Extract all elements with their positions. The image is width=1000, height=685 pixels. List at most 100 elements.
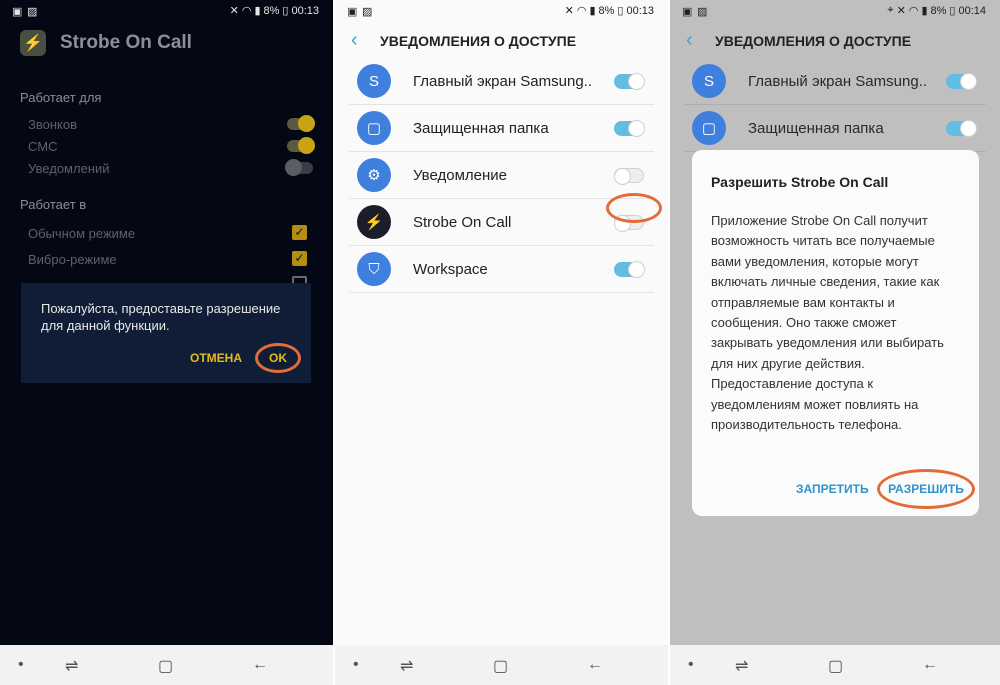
sms-toggle[interactable] — [287, 137, 315, 154]
list-item[interactable]: S Главный экран Samsung.. — [684, 58, 986, 105]
item-label: Уведомление — [413, 167, 508, 184]
status-bar: ▣ ▨ ✕ ◠ ▮ 8% ▯ 00:13 — [335, 0, 668, 22]
secure-folder-icon: ▢ — [692, 111, 726, 145]
back-icon[interactable]: ← — [587, 656, 603, 674]
battery-icon: ▯ — [949, 5, 956, 17]
battery-percent: 8% — [930, 4, 947, 17]
dialog-message: Пожалуйста, предоставьте разрешение для … — [41, 301, 281, 333]
clock: 00:13 — [626, 4, 654, 17]
battery-icon: ▯ — [282, 5, 289, 17]
highlight-circle — [606, 193, 662, 223]
nav-bar: • ⇌ ▢ ← — [0, 645, 333, 685]
row-calls: Звонков — [28, 117, 77, 132]
location-icon: ⌖ — [887, 4, 894, 16]
image-icon: ▨ — [362, 6, 373, 18]
secure-folder-icon: ▢ — [357, 111, 391, 145]
permission-dialog: Пожалуйста, предоставьте разрешение для … — [21, 283, 311, 383]
clock: 00:13 — [291, 4, 319, 17]
page-title: УВЕДОМЛЕНИЯ О ДОСТУПЕ — [380, 33, 577, 49]
dot-icon[interactable]: • — [18, 656, 24, 674]
mute-icon: ✕ — [564, 5, 574, 17]
image-icon: ▨ — [27, 6, 38, 18]
list-item[interactable]: ⚡ Strobe On Call — [349, 193, 662, 246]
row-sms: СМС — [28, 139, 58, 154]
list-item[interactable]: ▢ Защищенная папка — [684, 105, 986, 152]
recent-apps-icon[interactable]: ⇌ — [735, 656, 748, 676]
strobe-lightning-icon: ⚡ — [357, 205, 391, 239]
mute-icon: ✕ — [229, 5, 239, 17]
back-arrow-icon[interactable]: ‹ — [686, 29, 693, 52]
allow-dialog: Разрешить Strobe On Call Приложение Stro… — [692, 150, 979, 516]
allow-button[interactable]: РАЗРЕШИТЬ — [877, 469, 975, 509]
clock: 00:14 — [958, 4, 986, 17]
toggle-switch[interactable] — [614, 73, 645, 90]
gallery-icon: ▣ — [12, 6, 23, 18]
app-title: Strobe On Call — [60, 32, 192, 53]
ok-button[interactable]: OK — [255, 343, 301, 373]
wifi-icon: ◠ — [241, 5, 252, 17]
status-bar: ▣ ▨ ⌖ ✕ ◠ ▮ 8% ▯ 00:14 — [670, 0, 1000, 22]
lightning-icon: ⚡ — [20, 30, 46, 56]
list-item[interactable]: ⛉ Workspace — [349, 246, 654, 293]
nav-bar: • ⇌ ▢ ← — [335, 645, 668, 685]
item-label: Защищенная папка — [748, 120, 884, 137]
item-label: Strobe On Call — [413, 214, 512, 231]
home-icon[interactable]: ▢ — [828, 656, 843, 676]
toggle-switch[interactable] — [614, 261, 645, 278]
wifi-icon: ◠ — [908, 5, 919, 17]
recent-apps-icon[interactable]: ⇌ — [65, 656, 78, 676]
notification-access-screen: ▣ ▨ ✕ ◠ ▮ 8% ▯ 00:13 ‹ УВЕДОМЛЕНИЯ О ДОСТ… — [335, 0, 668, 685]
vibro-mode-checkbox[interactable]: ✓ — [292, 251, 307, 266]
gallery-icon: ▣ — [682, 6, 693, 18]
row-notifications: Уведомлений — [28, 161, 110, 176]
samsung-home-icon: S — [692, 64, 726, 98]
item-label: Главный экран Samsung.. — [413, 73, 593, 90]
battery-icon: ▯ — [617, 5, 624, 17]
recent-apps-icon[interactable]: ⇌ — [400, 656, 413, 676]
dialog-body: Приложение Strobe On Call получит возмож… — [711, 213, 944, 433]
allow-access-screen: ▣ ▨ ⌖ ✕ ◠ ▮ 8% ▯ 00:14 ‹ УВЕДОМЛЕНИЯ О ДО… — [670, 0, 1000, 685]
row-vibro-mode: Вибро-режиме — [28, 252, 117, 267]
back-icon[interactable]: ← — [252, 656, 268, 674]
item-label: Защищенная папка — [413, 120, 549, 137]
list-item[interactable]: S Главный экран Samsung.. — [349, 58, 654, 105]
home-icon[interactable]: ▢ — [158, 656, 173, 676]
cancel-button[interactable]: ОТМЕНА — [190, 351, 242, 365]
dot-icon[interactable]: • — [688, 656, 694, 674]
signal-icon: ▮ — [254, 5, 261, 17]
item-label: Главный экран Samsung.. — [748, 73, 928, 90]
deny-button[interactable]: ЗАПРЕТИТЬ — [796, 482, 869, 496]
signal-icon: ▮ — [921, 5, 928, 17]
gallery-icon: ▣ — [347, 6, 358, 18]
back-icon[interactable]: ← — [922, 656, 938, 674]
page-title: УВЕДОМЛЕНИЯ О ДОСТУПЕ — [715, 33, 912, 49]
nav-bar: • ⇌ ▢ ← — [670, 645, 1000, 685]
image-icon: ▨ — [697, 6, 708, 18]
section-works-in: Работает в — [20, 197, 87, 212]
workspace-shield-icon: ⛉ — [357, 252, 391, 286]
toggle-switch[interactable] — [614, 168, 644, 185]
home-icon[interactable]: ▢ — [493, 656, 508, 676]
toggle-switch[interactable] — [946, 120, 977, 137]
toggle-switch[interactable] — [614, 120, 645, 137]
dialog-title: Разрешить Strobe On Call — [711, 174, 889, 190]
samsung-home-icon: S — [357, 64, 391, 98]
signal-icon: ▮ — [589, 5, 596, 17]
normal-mode-checkbox[interactable]: ✓ — [292, 225, 307, 240]
mute-icon: ✕ — [896, 5, 906, 17]
battery-percent: 8% — [263, 4, 280, 17]
app-header: ⚡ Strobe On Call — [20, 30, 192, 56]
back-arrow-icon[interactable]: ‹ — [351, 29, 358, 52]
item-label: Workspace — [413, 261, 488, 278]
strobe-app-screen: ▣ ▨ ✕ ◠ ▮ 8% ▯ 00:13 ⚡ Strobe On Call Раб… — [0, 0, 333, 685]
list-item[interactable]: ▢ Защищенная папка — [349, 105, 654, 152]
calls-toggle[interactable] — [287, 115, 315, 132]
battery-percent: 8% — [598, 4, 615, 17]
notifications-toggle[interactable] — [285, 159, 313, 176]
status-bar: ▣ ▨ ✕ ◠ ▮ 8% ▯ 00:13 — [0, 0, 333, 22]
section-works-for: Работает для — [20, 90, 102, 105]
wifi-icon: ◠ — [576, 5, 587, 17]
dot-icon[interactable]: • — [353, 656, 359, 674]
toggle-switch[interactable] — [946, 73, 977, 90]
list-item[interactable]: ⚙ Уведомление — [349, 152, 654, 199]
